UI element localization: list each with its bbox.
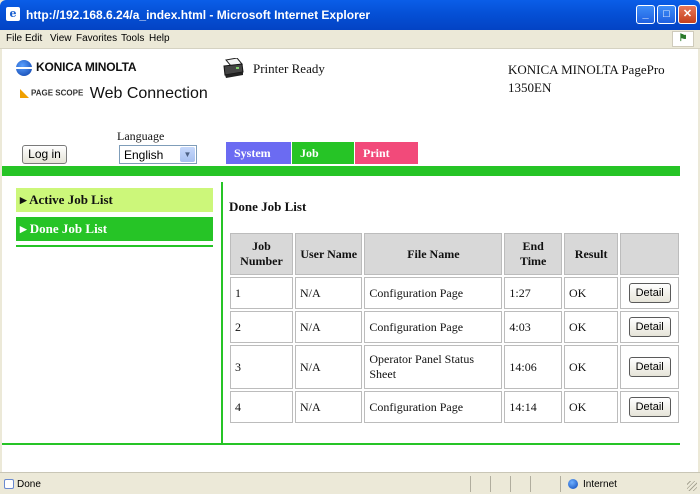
printer-status: Printer Ready (253, 61, 325, 76)
window-title: http://192.168.6.24/a_index.html - Micro… (26, 8, 371, 22)
window-titlebar[interactable]: e http://192.168.6.24/a_index.html - Mic… (0, 0, 700, 30)
footer-divider (2, 443, 680, 445)
user-name-cell: N/A (295, 311, 363, 343)
job-number-cell: 3 (230, 345, 294, 389)
product-name: Web Connection (89, 85, 208, 102)
language-select[interactable]: English ▼ (119, 145, 197, 164)
tab-system[interactable]: System (226, 142, 291, 164)
page-title: Done Job List (229, 199, 307, 214)
brand-name: KONICA MINOLTA (36, 60, 137, 75)
status-divider (470, 476, 471, 492)
page-done-icon (4, 479, 14, 489)
menu-bar: File Edit View Favorites Tools Help ⚑ (0, 30, 700, 49)
file-name-cell: Configuration Page (364, 391, 503, 423)
table-row: 2 N/A Configuration Page 4:03 OK Detail (230, 311, 679, 343)
status-divider (510, 476, 511, 492)
language-label: Language (117, 129, 165, 143)
job-number-cell: 2 (230, 311, 294, 343)
internet-zone-icon (568, 479, 578, 489)
column-header-end-time: End Time (504, 233, 562, 275)
printer-icon (223, 58, 244, 78)
sidebar-arrow-icon: ▸ (20, 192, 27, 207)
login-button[interactable]: Log in (22, 145, 67, 164)
table-row: 4 N/A Configuration Page 14:14 OK Detail (230, 391, 679, 423)
internet-explorer-icon: e (6, 7, 20, 21)
tab-underline-bar (2, 166, 680, 176)
user-name-cell: N/A (295, 277, 363, 309)
result-cell: OK (563, 345, 619, 389)
column-header-user-name: User Name (295, 233, 363, 275)
pagescope-mark-icon: PAGE SCOPE (20, 88, 84, 99)
sidebar-item-active-job-list[interactable]: ▸ Active Job List (16, 188, 213, 212)
detail-button[interactable]: Detail (628, 317, 671, 337)
column-header-file-name: File Name (364, 233, 503, 275)
menu-tools[interactable]: Tools (121, 33, 144, 44)
detail-button[interactable]: Detail (628, 397, 671, 417)
column-header-job-number: Job Number (230, 233, 294, 275)
sidebar-item-label: Active Job List (29, 192, 113, 207)
detail-button[interactable]: Detail (628, 357, 671, 377)
result-cell: OK (563, 311, 619, 343)
menu-file[interactable]: File (6, 33, 22, 44)
column-header-result: Result (563, 233, 619, 275)
status-bar: Done Internet (0, 472, 700, 494)
sidebar-arrow-icon: ▸ (20, 221, 27, 236)
status-divider (490, 476, 491, 492)
resize-grip[interactable] (687, 481, 697, 491)
status-divider (560, 476, 561, 492)
table-row: 1 N/A Configuration Page 1:27 OK Detail (230, 277, 679, 309)
sidebar-divider (16, 245, 213, 247)
table-row: 3 N/A Operator Panel Status Sheet 14:06 … (230, 345, 679, 389)
user-name-cell: N/A (295, 345, 363, 389)
status-divider (530, 476, 531, 492)
konica-minolta-globe-icon (16, 60, 32, 76)
file-name-cell: Configuration Page (364, 311, 503, 343)
result-cell: OK (563, 277, 619, 309)
table-header-row: Job Number User Name File Name End Time … (230, 233, 679, 275)
sidebar-item-label: Done Job List (29, 221, 108, 236)
job-number-cell: 4 (230, 391, 294, 423)
end-time-cell: 1:27 (504, 277, 562, 309)
minimize-button[interactable]: _ (636, 5, 655, 24)
end-time-cell: 4:03 (504, 311, 562, 343)
product-mark: PAGE SCOPE (31, 88, 84, 98)
page-content: KONICA MINOLTA PAGE SCOPE Web Connection… (2, 49, 698, 472)
end-time-cell: 14:14 (504, 391, 562, 423)
user-name-cell: N/A (295, 391, 363, 423)
pagescope-logo: PAGE SCOPE Web Connection (20, 85, 208, 103)
result-cell: OK (563, 391, 619, 423)
detail-button[interactable]: Detail (628, 283, 671, 303)
file-name-cell: Configuration Page (364, 277, 503, 309)
content-divider (221, 182, 223, 443)
action-cell: Detail (620, 345, 679, 389)
menu-view[interactable]: View (50, 33, 72, 44)
status-text: Done (17, 479, 41, 490)
action-cell: Detail (620, 391, 679, 423)
end-time-cell: 14:06 (504, 345, 562, 389)
konica-minolta-logo: KONICA MINOLTA (16, 60, 136, 76)
printer-model: KONICA MINOLTA PagePro 1350EN (508, 62, 665, 95)
menu-favorites[interactable]: Favorites (76, 33, 117, 44)
action-cell: Detail (620, 277, 679, 309)
close-button[interactable]: ✕ (678, 5, 697, 24)
file-name-cell: Operator Panel Status Sheet (364, 345, 503, 389)
action-cell: Detail (620, 311, 679, 343)
menu-edit[interactable]: Edit (25, 33, 42, 44)
menu-help[interactable]: Help (149, 33, 170, 44)
job-number-cell: 1 (230, 277, 294, 309)
chevron-down-icon[interactable]: ▼ (180, 147, 195, 162)
tab-job[interactable]: Job (292, 142, 354, 164)
sidebar-item-done-job-list[interactable]: ▸ Done Job List (16, 217, 213, 241)
done-job-table: Job Number User Name File Name End Time … (228, 231, 681, 425)
maximize-button[interactable]: □ (657, 5, 676, 24)
column-header-action (620, 233, 679, 275)
windows-logo-icon: ⚑ (672, 31, 694, 47)
language-select-value: English (124, 148, 164, 162)
security-zone-label: Internet (583, 479, 617, 490)
tab-print[interactable]: Print (355, 142, 418, 164)
